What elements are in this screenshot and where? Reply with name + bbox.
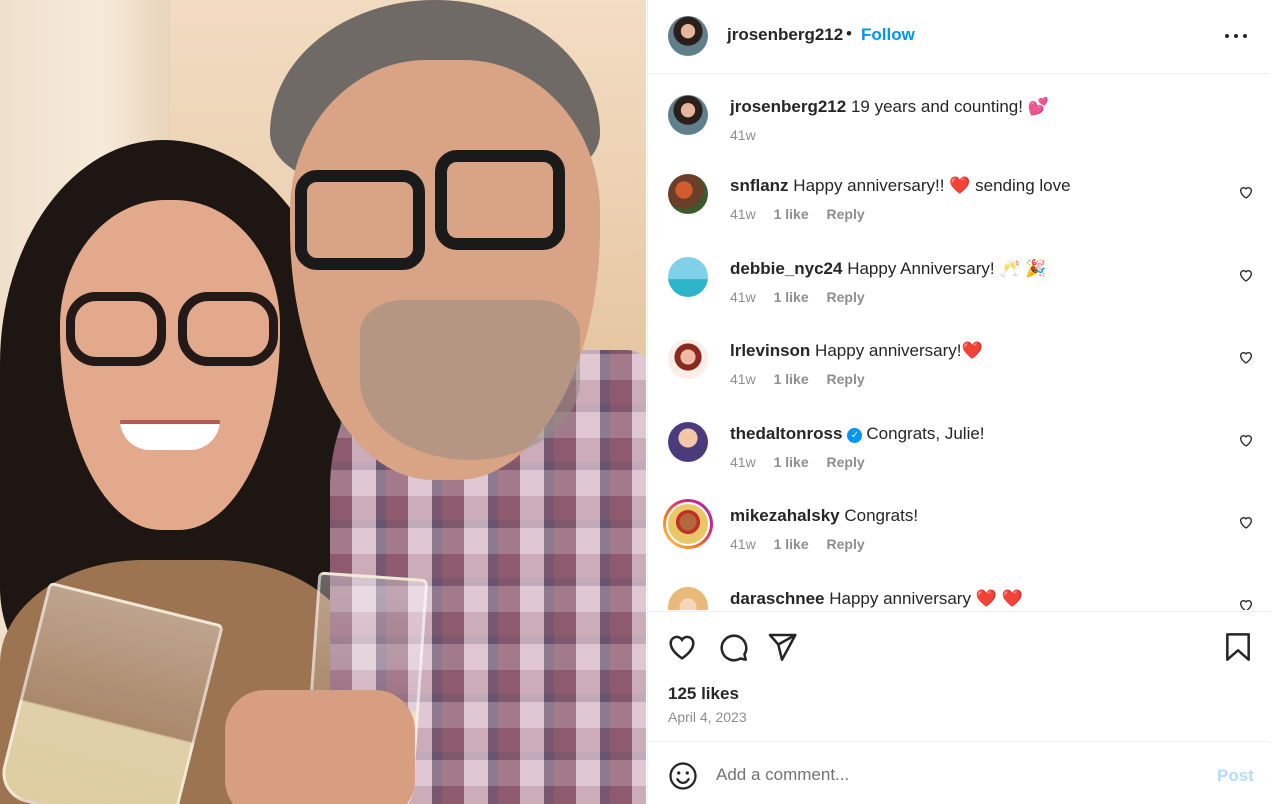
photo-woman-smile	[120, 420, 220, 450]
author-username[interactable]: jrosenberg212	[727, 25, 843, 45]
like-comment-heart-icon[interactable]	[1238, 432, 1254, 448]
post-photo[interactable]	[0, 0, 646, 804]
comment-composer: Post	[648, 741, 1270, 804]
commenter-username[interactable]: thedaltonross	[730, 424, 842, 443]
comment-likes[interactable]: 1 like	[774, 536, 809, 552]
commenter-username[interactable]: daraschnee	[730, 589, 825, 608]
like-comment-heart-icon[interactable]	[1238, 514, 1254, 530]
commenter-username[interactable]: debbie_nyc24	[730, 259, 842, 278]
bookmark-icon[interactable]	[1222, 631, 1254, 663]
like-comment-heart-icon[interactable]	[1238, 597, 1254, 610]
comment-likes[interactable]: 1 like	[774, 289, 809, 305]
caption-meta: 41w	[730, 127, 770, 143]
comment-input[interactable]	[716, 760, 1186, 790]
header-separator: •	[846, 24, 852, 43]
comment-text: Happy anniversary	[829, 589, 971, 608]
two-hearts-emoji: 💕	[1027, 97, 1049, 116]
author-avatar[interactable]	[668, 16, 708, 56]
reply-button[interactable]: Reply	[827, 206, 865, 222]
verified-badge-icon: ✓	[847, 428, 863, 443]
like-comment-heart-icon[interactable]	[1238, 184, 1254, 200]
post-comment-button[interactable]: Post	[1217, 766, 1254, 786]
red-heart-emoji: ❤️	[961, 341, 983, 360]
reply-button[interactable]: Reply	[827, 371, 865, 387]
post-actions: 125 likes April 4, 2023	[648, 611, 1270, 741]
commenter-username[interactable]: lrlevinson	[730, 341, 810, 360]
commenter-avatar[interactable]	[668, 587, 708, 610]
comment-icon[interactable]	[717, 631, 749, 663]
like-comment-heart-icon[interactable]	[1238, 349, 1254, 365]
likes-count[interactable]: 125 likes	[668, 684, 739, 704]
more-options-icon[interactable]	[1224, 24, 1250, 48]
photo-man-beard	[360, 300, 580, 460]
comment-text: Congrats, Julie!	[866, 424, 985, 443]
comment-age: 41w	[730, 536, 756, 552]
photo-hand	[225, 690, 415, 804]
clinking-glasses-party-emoji: 🥂 🎉	[999, 259, 1047, 278]
comment-text-2: sending love	[975, 176, 1071, 195]
post-detail-panel: jrosenberg212 • Follow jrosenberg212 19 …	[647, 0, 1272, 804]
reply-button[interactable]: Reply	[827, 454, 865, 470]
comment-age: 41w	[730, 289, 756, 305]
reply-button[interactable]: Reply	[827, 536, 865, 552]
caption-age: 41w	[730, 127, 756, 143]
comments-list[interactable]: jrosenberg212 19 years and counting! 💕 4…	[648, 75, 1270, 610]
follow-button[interactable]: Follow	[861, 25, 915, 45]
comment-text: Congrats!	[844, 506, 919, 525]
emoji-smile-icon[interactable]	[668, 761, 698, 791]
commenter-avatar[interactable]	[668, 257, 708, 297]
comment-text: Happy Anniversary!	[847, 259, 995, 278]
like-comment-heart-icon[interactable]	[1238, 267, 1254, 283]
caption-text: 19 years and counting!	[850, 97, 1023, 116]
caption-username[interactable]: jrosenberg212	[730, 97, 846, 116]
commenter-username[interactable]: mikezahalsky	[730, 506, 840, 525]
post-header: jrosenberg212 • Follow	[648, 0, 1270, 74]
share-icon[interactable]	[766, 631, 798, 663]
comment-likes[interactable]: 1 like	[774, 454, 809, 470]
reply-button[interactable]: Reply	[827, 289, 865, 305]
comment-age: 41w	[730, 206, 756, 222]
comment-text: Happy anniversary!	[815, 341, 962, 360]
caption-avatar[interactable]	[668, 95, 708, 135]
comment-likes[interactable]: 1 like	[774, 371, 809, 387]
commenter-avatar-story-ring[interactable]	[663, 499, 713, 549]
comment-age: 41w	[730, 371, 756, 387]
comment-likes[interactable]: 1 like	[774, 206, 809, 222]
commenter-avatar[interactable]	[668, 339, 708, 379]
commenter-avatar[interactable]	[668, 422, 708, 462]
comment-text: Happy anniversary!!	[793, 176, 945, 195]
red-heart-emoji: ❤️	[949, 176, 971, 195]
comment-age: 41w	[730, 454, 756, 470]
commenter-avatar	[666, 502, 710, 546]
photo-woman-glasses	[66, 292, 286, 372]
heart-icon[interactable]	[666, 631, 698, 663]
post-date[interactable]: April 4, 2023	[668, 709, 747, 725]
commenter-username[interactable]: snflanz	[730, 176, 789, 195]
commenter-avatar[interactable]	[668, 174, 708, 214]
red-heart-emoji: ❤️ ❤️	[975, 589, 1023, 608]
photo-man-glasses	[285, 150, 575, 270]
